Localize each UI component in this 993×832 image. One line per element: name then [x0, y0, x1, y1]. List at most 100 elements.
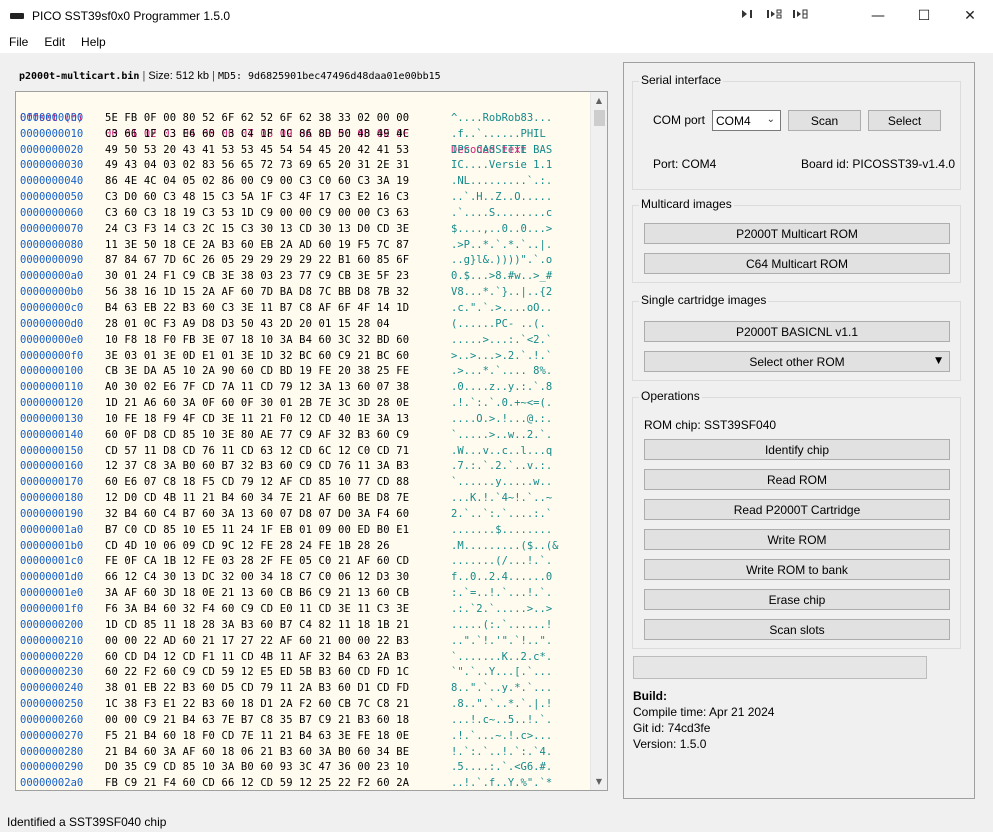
- hex-offset: 00000001d0: [20, 571, 84, 584]
- hex-bytes: 00 00 22 AD 60 21 17 27 22 AF 60 21 00 0…: [105, 634, 410, 647]
- hex-decoded: :.`=..!.`...!.`.: [451, 587, 553, 600]
- scan-button[interactable]: Scan: [788, 110, 861, 131]
- hex-offset: 00000002a0: [20, 777, 84, 790]
- hex-offset: 0000000120: [20, 397, 84, 410]
- status-text: Identified a SST39SF040 chip: [7, 815, 167, 829]
- hex-offset: 0000000140: [20, 428, 84, 441]
- hex-bytes: A0 30 02 E6 7F CD 7A 11 CD 79 12 3A 13 6…: [105, 381, 410, 394]
- hex-bytes: 60 0F D8 CD 85 10 3E 80 AE 77 C9 AF 32 B…: [105, 428, 410, 441]
- hex-row: 00000001e0 3A AF 60 3D 18 0E 21 13 60 CB …: [20, 586, 552, 602]
- hex-offset: 00000000d0: [20, 317, 84, 330]
- dropdown-arrow-icon: ▼: [935, 356, 942, 366]
- hex-row: 0000000200 1D CD 85 11 18 28 3A B3 60 B7 …: [20, 618, 552, 634]
- hex-offset: 0000000000: [20, 111, 84, 124]
- write-rom-button[interactable]: Write ROM: [644, 529, 950, 550]
- basicnl-button[interactable]: P2000T BASICNL v1.1: [644, 321, 950, 342]
- maximize-button[interactable]: ☐: [901, 0, 947, 31]
- hex-row: 0000000240 38 01 EB 22 B3 60 D5 CD 79 11 …: [20, 681, 552, 697]
- hex-decoded: `......y.....w..: [451, 476, 553, 489]
- version: Version: 1.5.0: [633, 737, 707, 751]
- hex-decoded: $....,..0..0...>: [451, 222, 553, 235]
- hex-row: 0000000290 D0 35 C9 CD 85 10 3A B0 60 93 …: [20, 760, 552, 776]
- merge-icon[interactable]: [766, 8, 782, 22]
- hex-offset: 00000001f0: [20, 603, 84, 615]
- menu-edit[interactable]: Edit: [35, 35, 72, 49]
- hex-viewer[interactable]: Offset (h) 00 01 02 03 04 05 06 07 08 09…: [15, 91, 608, 791]
- hex-row: 00000000d0 28 01 0C F3 A9 D8 D3 50 43 2D …: [20, 317, 546, 333]
- window-title: PICO SST39sf0x0 Programmer 1.5.0: [32, 8, 231, 23]
- hex-bytes: 12 D0 CD 4B 11 21 B4 60 34 7E 21 AF 60 B…: [105, 492, 410, 505]
- hex-bytes: 49 50 53 20 43 41 53 53 45 54 54 45 20 4…: [105, 143, 410, 156]
- hex-bytes: 60 22 F2 60 C9 CD 59 12 E5 ED 5B B3 60 C…: [105, 666, 410, 679]
- hex-offset: 00000000a0: [20, 270, 84, 283]
- hex-decoded: ....O.>.!...@.:.: [451, 412, 553, 425]
- hex-bytes: B7 C0 CD 85 10 E5 11 24 1F EB 01 09 00 E…: [105, 523, 410, 536]
- hex-offset: 00000001c0: [20, 555, 84, 568]
- hex-bytes: C3 66 1F C3 E6 60 C3 C4 1F 1C 86 8D 50 4…: [105, 127, 410, 140]
- select-button[interactable]: Select: [868, 110, 941, 131]
- scan-slots-button[interactable]: Scan slots: [644, 619, 950, 640]
- hex-decoded: 2.`..`:.`....:.`: [451, 507, 553, 520]
- hex-decoded: ..!.`.f..Y.%".`*: [451, 777, 553, 790]
- read-rom-button[interactable]: Read ROM: [644, 469, 950, 490]
- hex-decoded: ..".`!.'".`!..".: [451, 634, 553, 647]
- hex-decoded: .f..`......PHIL: [451, 127, 546, 140]
- minimize-button[interactable]: —: [855, 0, 901, 31]
- c64-multicart-button[interactable]: C64 Multicart ROM: [644, 253, 950, 274]
- scroll-down-icon[interactable]: ▼: [591, 773, 607, 790]
- read-p2000t-cartridge-button[interactable]: Read P2000T Cartridge: [644, 499, 950, 520]
- com-port-select[interactable]: COM4 ⌄: [712, 110, 781, 131]
- title-toolbar: [740, 8, 808, 22]
- hex-bytes: 10 F8 18 F0 FB 3E 07 18 10 3A B4 60 3C 3…: [105, 333, 410, 346]
- hex-row: 0000000220 60 CD D4 12 CD F1 11 CD 4B 11 …: [20, 650, 552, 666]
- hex-offset: 0000000090: [20, 254, 84, 267]
- hex-offset: 0000000230: [20, 666, 84, 679]
- menu-file[interactable]: File: [0, 35, 35, 49]
- hex-row: 00000001f0 F6 3A B4 60 32 F4 60 C9 CD E0 …: [20, 602, 552, 618]
- step-icon[interactable]: [740, 8, 756, 22]
- hex-bytes: CD 57 11 D8 CD 76 11 CD 63 12 CD 6C 12 C…: [105, 444, 410, 457]
- identify-chip-button[interactable]: Identify chip: [644, 439, 950, 460]
- hex-offset: 0000000070: [20, 222, 84, 235]
- hex-bytes: 86 4E 4C 04 05 02 86 00 C9 00 C3 C0 60 C…: [105, 175, 410, 188]
- hex-decoded: .!.`:.`.0.+~<=(.: [451, 397, 553, 410]
- hex-decoded: .>...*.`.... 8%.: [451, 365, 553, 378]
- select-other-rom-label: Select other ROM: [749, 354, 845, 369]
- hex-row: 0000000270 F5 21 B4 60 18 F0 CD 7E 11 21 …: [20, 729, 552, 745]
- hex-offset: 0000000220: [20, 650, 84, 663]
- hex-decoded: ..g}l&.))))".`.o: [451, 254, 553, 267]
- hex-row: 0000000150 CD 57 11 D8 CD 76 11 CD 63 12 …: [20, 444, 552, 460]
- group-title: Single cartridge images: [639, 293, 769, 307]
- hex-row: 0000000260 00 00 C9 21 B4 63 7E B7 C8 35 …: [20, 713, 552, 729]
- hex-decoded: V8...*.`}..|..{2: [451, 286, 553, 299]
- hex-row: 0000000190 32 B4 60 C4 B7 60 3A 13 60 07 …: [20, 507, 552, 523]
- chevron-down-icon: ⌄: [766, 114, 775, 125]
- progress-bar: [633, 656, 927, 679]
- select-other-rom-dropdown[interactable]: Select other ROM ▼: [644, 351, 950, 372]
- close-button[interactable]: ✕: [947, 0, 993, 31]
- hex-offset: 0000000240: [20, 682, 84, 695]
- hex-bytes: 38 01 EB 22 B3 60 D5 CD 79 11 2A B3 60 D…: [105, 682, 410, 695]
- vertical-scrollbar[interactable]: ▲ ▼: [590, 92, 607, 790]
- erase-chip-button[interactable]: Erase chip: [644, 589, 950, 610]
- write-rom-to-bank-button[interactable]: Write ROM to bank: [644, 559, 950, 580]
- hex-bytes: CB 3E DA A5 10 2A 90 60 CD BD 19 FE 20 3…: [105, 365, 410, 378]
- scroll-thumb[interactable]: [594, 110, 605, 126]
- hex-decoded: .7.:.`.2.`..v.:.: [451, 460, 553, 473]
- hex-row: 00000000b0 56 38 16 1D 15 2A AF 60 7D BA …: [20, 285, 552, 301]
- menu-bar: File Edit Help: [0, 31, 993, 53]
- split-icon[interactable]: [792, 8, 808, 22]
- hex-decoded: (......PC- ..(.: [451, 317, 546, 330]
- hex-row: 0000000170 60 E6 07 C8 18 F5 CD 79 12 AF …: [20, 475, 552, 491]
- compile-time: Compile time: Apr 21 2024: [633, 705, 775, 719]
- p2000t-multicart-button[interactable]: P2000T Multicart ROM: [644, 223, 950, 244]
- hex-decoded: f..0..2.4......0: [451, 571, 553, 584]
- group-title: Operations: [639, 389, 702, 403]
- hex-decoded: .:.`2.`.....>..>: [451, 603, 553, 615]
- hex-row: 00000001b0 CD 4D 10 06 09 CD 9C 12 FE 28 …: [20, 539, 558, 555]
- scroll-up-icon[interactable]: ▲: [591, 92, 607, 109]
- hex-offset: 0000000030: [20, 159, 84, 172]
- hex-decoded: IC....Versie 1.1: [451, 159, 553, 172]
- menu-help[interactable]: Help: [72, 35, 113, 49]
- board-id: Board id: PICOSST39-v1.4.0: [801, 157, 956, 171]
